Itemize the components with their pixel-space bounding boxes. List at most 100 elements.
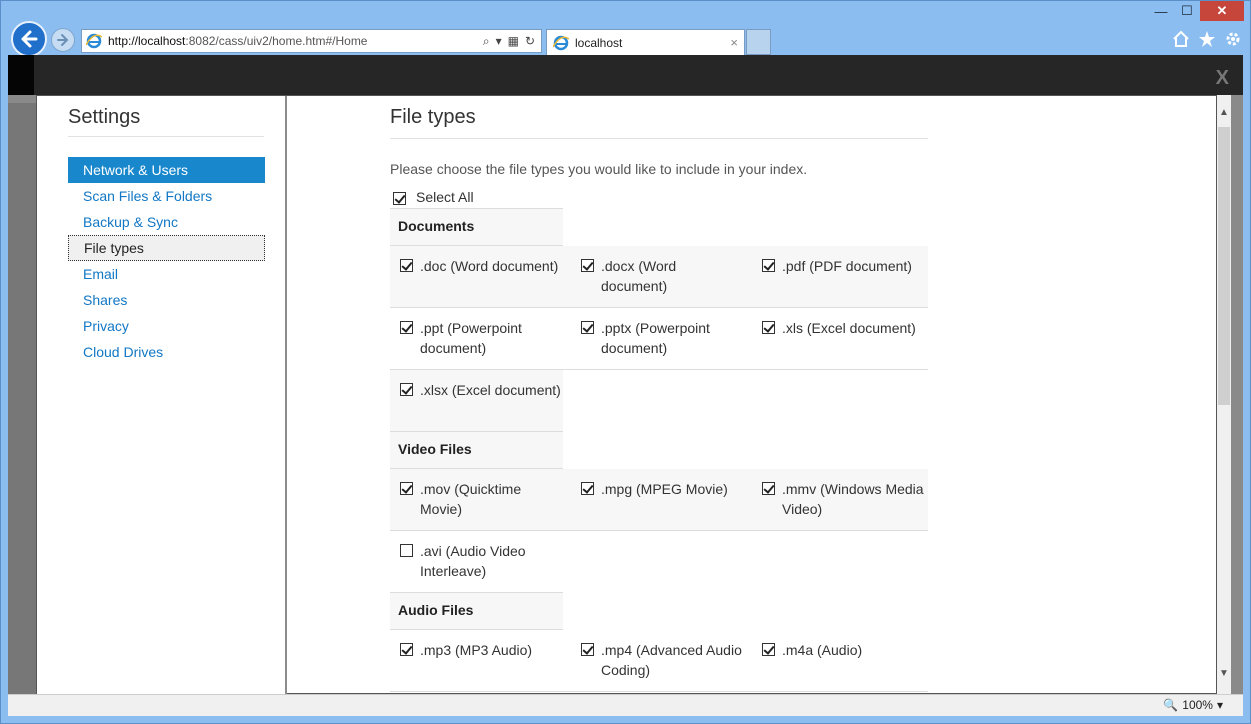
tab-close-icon[interactable]: × [730,35,744,50]
back-button[interactable] [11,21,47,57]
filetype-xlsx-label: .xlsx (Excel document) [420,382,561,398]
filetype-pptx-label: .pptx (Powerpoint document) [601,320,710,356]
overlay-left-side [8,103,36,694]
filetype-docx[interactable]: .docx (Word document) [571,246,744,307]
maximize-button[interactable]: ☐ [1174,1,1200,21]
tab-localhost[interactable]: localhost × [546,29,745,55]
intro-text: Please choose the file types you would l… [390,161,808,177]
filetype-mov[interactable]: .mov (Quicktime Movie) [390,469,563,530]
address-bar[interactable]: http://localhost:8082/cass/uiv2/home.htm… [81,29,542,53]
filetype-mov-checkbox[interactable] [400,482,413,495]
url-text: http://localhost:8082/cass/uiv2/home.htm… [108,34,483,48]
filetype-mpg[interactable]: .mpg (MPEG Movie) [571,469,744,530]
sidebar-item-email[interactable]: Email [68,261,265,287]
sidebar-item-network-users[interactable]: Network & Users [68,157,265,183]
zoom-control[interactable]: 🔍 100% ▾ [1163,698,1223,712]
gear-icon[interactable] [1224,29,1242,49]
scroll-down-icon[interactable]: ▼ [1217,666,1231,680]
select-all-row[interactable]: Select All [390,185,563,209]
documents-grid: .doc (Word document) .docx (Word documen… [390,246,928,432]
filetype-pdf[interactable]: .pdf (PDF document) [752,246,925,307]
table-row: .ppt (Powerpoint document) .pptx (Powerp… [390,308,928,370]
filetype-mmv-label: .mmv (Windows Media Video) [782,481,924,517]
refresh-icon[interactable]: ↻ [525,34,535,49]
filetype-docx-checkbox[interactable] [581,259,594,272]
modal-close-button[interactable]: X [1216,67,1229,90]
arrow-right-icon [57,34,69,46]
table-row: .xlsx (Excel document) [390,370,563,432]
filetype-ppt[interactable]: .ppt (Powerpoint document) [390,308,563,369]
filetype-avi[interactable]: .avi (Audio Video Interleave) [390,531,563,592]
search-icon[interactable]: ⌕ [483,34,490,49]
filetype-xls[interactable]: .xls (Excel document) [752,308,925,369]
section-video-files-title: Video Files [390,432,563,469]
file-types-panel: File types Please choose the file types … [390,96,930,692]
filetype-ppt-label: .ppt (Powerpoint document) [420,320,522,356]
sidebar-item-file-types[interactable]: File types [68,235,265,261]
status-bar: 🔍 100% ▾ [8,694,1243,716]
section-documents-title: Documents [390,209,563,246]
page-viewport: X Settings Network & Users Scan Files & … [8,55,1243,694]
filetype-mmv[interactable]: .mmv (Windows Media Video) [752,469,925,530]
filetype-avi-checkbox[interactable] [400,544,413,557]
sidebar-item-privacy[interactable]: Privacy [68,313,265,339]
filetype-mp3[interactable]: .mp3 (MP3 Audio) [390,630,563,691]
filetype-m4a-checkbox[interactable] [762,643,775,656]
filetype-xlsx-checkbox[interactable] [400,383,413,396]
filetype-docx-label: .docx (Word document) [601,258,677,294]
filetype-pptx[interactable]: .pptx (Powerpoint document) [571,308,744,369]
sidebar-item-backup-sync[interactable]: Backup & Sync [68,209,265,235]
ie-tab-icon [553,35,569,50]
filetype-mov-label: .mov (Quicktime Movie) [420,481,522,517]
filetype-doc-label: .doc (Word document) [420,258,559,274]
overlay-top-bar: X [8,55,1243,95]
filetype-xlsx[interactable]: .xlsx (Excel document) [390,370,563,431]
title-divider [390,138,928,139]
select-all-checkbox[interactable] [393,191,406,205]
filetype-mp3-checkbox[interactable] [400,643,413,656]
favorites-star-icon[interactable] [1198,29,1216,49]
table-row: .doc (Word document) .docx (Word documen… [390,246,928,308]
filetype-doc-checkbox[interactable] [400,259,413,272]
filetype-mp4-label: .mp4 (Advanced Audio Coding) [601,642,742,678]
settings-nav: Network & Users Scan Files & Folders Bac… [68,157,265,365]
sidebar-item-cloud-drives[interactable]: Cloud Drives [68,339,265,365]
filetype-mp3-label: .mp3 (MP3 Audio) [420,642,533,658]
filetype-m4a-label: .m4a (Audio) [782,642,863,658]
filetype-mmv-checkbox[interactable] [762,482,775,495]
scrollbar-thumb[interactable] [1218,127,1230,405]
sidebar-divider [68,136,264,137]
home-icon[interactable] [1172,29,1190,49]
scroll-up-icon[interactable]: ▲ [1217,105,1231,119]
dropdown-arrow-icon[interactable]: ▾ [496,34,502,49]
zoom-icon: 🔍 [1163,698,1179,712]
filetype-xls-checkbox[interactable] [762,321,775,334]
filetype-avi-label: .avi (Audio Video Interleave) [420,543,526,579]
section-audio-files-title: Audio Files [390,593,563,630]
url-path: :8082/cass/uiv2/home.htm#/Home [185,34,368,48]
close-window-button[interactable]: ✕ [1200,1,1244,21]
sidebar-title: Settings [68,106,141,128]
filetype-m4a[interactable]: .m4a (Audio) [752,630,925,691]
minimize-button[interactable]: — [1148,1,1174,21]
audio-grid: .mp3 (MP3 Audio) .mp4 (Advanced Audio Co… [390,630,928,692]
select-all-label: Select All [416,188,474,205]
filetype-pptx-checkbox[interactable] [581,321,594,334]
arrow-left-icon [21,30,38,48]
sidebar-item-scan-files-folders[interactable]: Scan Files & Folders [68,183,265,209]
filetype-mp4-checkbox[interactable] [581,643,594,656]
vertical-scrollbar[interactable]: ▲ ▼ [1217,95,1231,694]
filetype-ppt-checkbox[interactable] [400,321,413,334]
settings-modal: Settings Network & Users Scan Files & Fo… [36,95,1217,694]
filetype-doc[interactable]: .doc (Word document) [390,246,563,307]
filetype-mp4[interactable]: .mp4 (Advanced Audio Coding) [571,630,744,691]
filetype-pdf-checkbox[interactable] [762,259,775,272]
chevron-down-icon[interactable]: ▾ [1217,698,1223,712]
settings-sidebar: Settings Network & Users Scan Files & Fo… [37,96,287,694]
new-tab-button[interactable] [746,29,771,55]
tab-title: localhost [575,35,623,50]
filetype-mpg-checkbox[interactable] [581,482,594,495]
compat-view-icon[interactable]: ▦ [508,34,519,49]
sidebar-item-shares[interactable]: Shares [68,287,265,313]
forward-button[interactable] [51,28,75,52]
